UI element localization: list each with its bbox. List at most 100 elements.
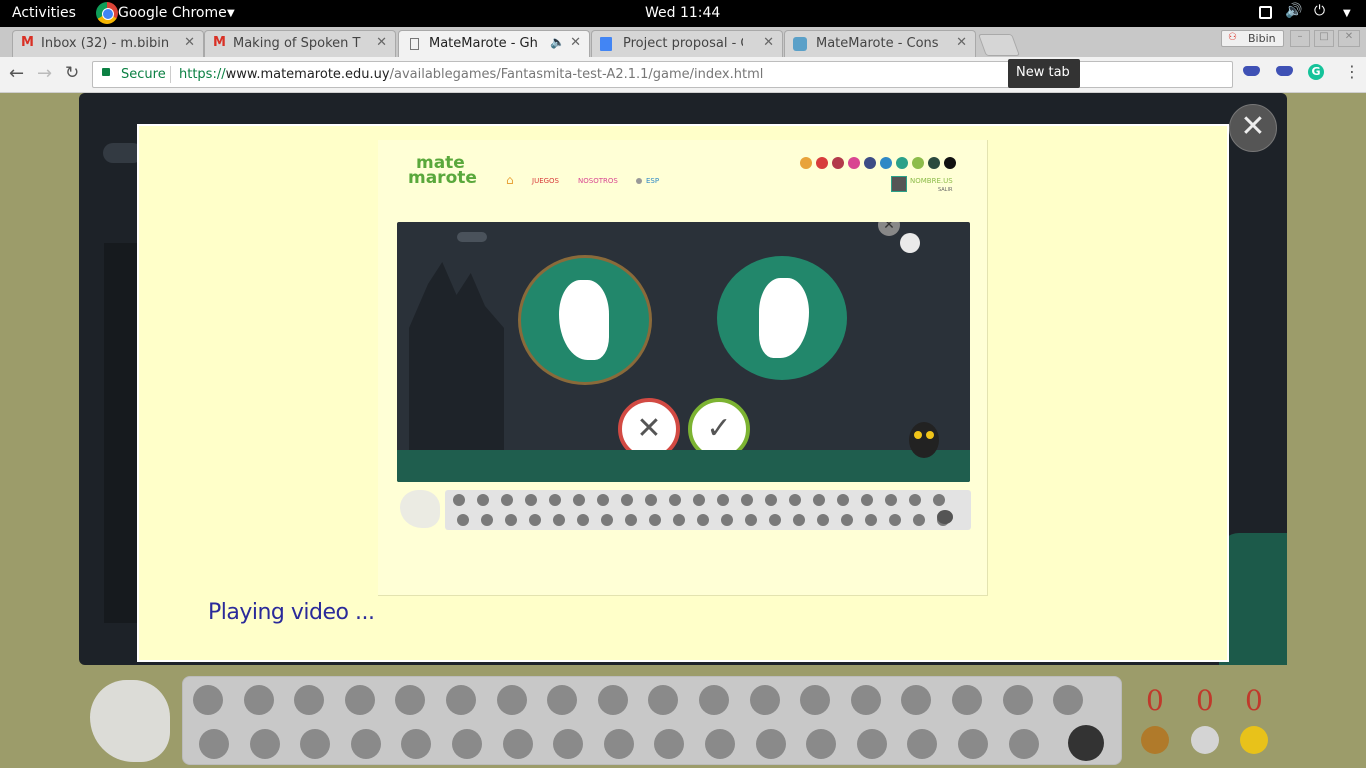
extension-mask-icon[interactable]: [1243, 66, 1260, 76]
logout-link[interactable]: SALIR: [938, 187, 952, 193]
language-icon: [636, 178, 642, 184]
yarn-ball: [856, 729, 887, 759]
yarn-ball: [749, 685, 780, 715]
ghost-option-right[interactable]: [717, 256, 847, 380]
color-dot[interactable]: [880, 157, 892, 169]
tab-label: Project proposal - G: [623, 36, 743, 51]
home-icon[interactable]: ⌂: [506, 173, 514, 187]
yarn-ball: [769, 514, 781, 526]
close-modal-button[interactable]: ✕: [1229, 104, 1277, 152]
color-dot[interactable]: [928, 157, 940, 169]
color-dot[interactable]: [800, 157, 812, 169]
game-scene: ✕ ✕ ✓: [397, 222, 970, 482]
more-menu-icon[interactable]: ⋮: [1344, 62, 1360, 81]
color-dot[interactable]: [912, 157, 924, 169]
logo-line2: marote: [408, 168, 477, 188]
bushes: [397, 450, 970, 482]
back-arrow-icon[interactable]: ←: [9, 63, 24, 84]
tab-inbox[interactable]: M Inbox (32) - m.bibin ✕: [12, 30, 204, 57]
lock-icon: [102, 68, 110, 76]
color-dot[interactable]: [816, 157, 828, 169]
audio-playing-icon[interactable]: 🔈: [550, 35, 565, 49]
system-menu-chevron-icon[interactable]: ▼: [1343, 8, 1351, 19]
gmail-icon: M: [213, 35, 226, 50]
yarn-ball: [741, 494, 753, 506]
app-menu-label[interactable]: Google Chrome: [118, 5, 227, 21]
yarn-ball: [547, 685, 578, 715]
yarn-ball: [885, 494, 897, 506]
yarn-ball: [502, 729, 533, 759]
close-tab-icon[interactable]: ✕: [763, 35, 774, 50]
close-icon[interactable]: ✕: [878, 222, 900, 236]
haunted-house: [409, 262, 504, 482]
minimize-icon[interactable]: –: [1290, 30, 1310, 47]
site-logo[interactable]: mate marote: [408, 155, 477, 188]
yarn-ball: [553, 729, 584, 759]
color-palette: [800, 157, 960, 171]
color-dot[interactable]: [896, 157, 908, 169]
color-dot[interactable]: [864, 157, 876, 169]
close-tab-icon[interactable]: ✕: [570, 35, 581, 50]
yarn-ball: [721, 514, 733, 526]
close-tab-icon[interactable]: ✕: [956, 35, 967, 50]
window-close-icon[interactable]: ✕: [1338, 30, 1360, 47]
window-icon[interactable]: [1259, 6, 1272, 19]
reload-icon[interactable]: ↻: [65, 63, 79, 83]
silver-score: 0: [1196, 684, 1214, 717]
gold-medal-icon: [1240, 726, 1268, 754]
yarn-ball: [1008, 729, 1039, 759]
color-dot[interactable]: [944, 157, 956, 169]
yarn-ball: [745, 514, 757, 526]
yarn-ball: [913, 514, 925, 526]
secure-label: Secure: [121, 67, 166, 82]
close-tab-icon[interactable]: ✕: [184, 35, 195, 50]
url-text[interactable]: https://www.matemarote.edu.uy/availableg…: [179, 67, 763, 82]
ghost-option-left[interactable]: [518, 255, 652, 385]
clock[interactable]: Wed 11:44: [645, 5, 720, 21]
status-text: Playing video ...: [208, 600, 375, 625]
profile-badge[interactable]: ⚇ Bibin: [1221, 30, 1284, 47]
yarn-ball: [841, 514, 853, 526]
yarn-ball: [800, 685, 831, 715]
power-icon[interactable]: ⏻: [1314, 3, 1325, 19]
yarn-ball: [669, 494, 681, 506]
yarn-ball: [806, 729, 837, 759]
gold-score: 0: [1245, 684, 1263, 717]
chevron-down-icon[interactable]: ▼: [227, 8, 235, 19]
close-tab-icon[interactable]: ✕: [376, 35, 387, 50]
yarn-ball: [243, 685, 274, 715]
tab-making-of-spoken[interactable]: M Making of Spoken T ✕: [204, 30, 396, 57]
yarn-ball: [850, 685, 881, 715]
maximize-icon[interactable]: □: [1314, 30, 1334, 47]
nav-language[interactable]: ESP: [646, 177, 659, 185]
nav-games[interactable]: JUEGOS: [532, 177, 559, 185]
yarn-ball: [446, 685, 476, 715]
url-path: /availablegames/Fantasmita-test-A2.1.1/g…: [389, 67, 764, 82]
extension-mask-icon-2[interactable]: [1276, 66, 1293, 76]
yarn-ball: [648, 685, 679, 715]
volume-icon[interactable]: 🔊: [1285, 3, 1302, 19]
yarn-ball: [837, 494, 849, 506]
tab-matemarote-game[interactable]: MateMarote - Gh 🔈 ✕: [398, 30, 590, 57]
yarn-ball: [958, 729, 988, 759]
yarn-ball: [457, 514, 469, 526]
yarn-ball: [907, 729, 938, 759]
yarn-ball: [933, 494, 945, 506]
grammarly-icon[interactable]: G: [1308, 64, 1324, 80]
yarn-ball: [793, 514, 805, 526]
new-tab-button[interactable]: [977, 34, 1021, 56]
ghost-icon: [400, 490, 440, 528]
tab-matemarote-cons[interactable]: MateMarote - Cons ✕: [784, 30, 976, 57]
profile-name: Bibin: [1248, 32, 1276, 45]
tab-project-proposal[interactable]: Project proposal - G ✕: [591, 30, 783, 57]
color-dot[interactable]: [848, 157, 860, 169]
activities-button[interactable]: Activities: [12, 5, 76, 21]
forward-arrow-icon[interactable]: →: [37, 63, 52, 84]
user-name[interactable]: NOMBRE.US: [910, 177, 953, 185]
page-icon: [410, 38, 419, 50]
nav-about[interactable]: NOSOTROS: [578, 177, 618, 185]
tab-label: MateMarote - Cons: [816, 36, 939, 51]
yarn-ball: [481, 514, 493, 526]
docs-icon: [600, 37, 612, 51]
color-dot[interactable]: [832, 157, 844, 169]
